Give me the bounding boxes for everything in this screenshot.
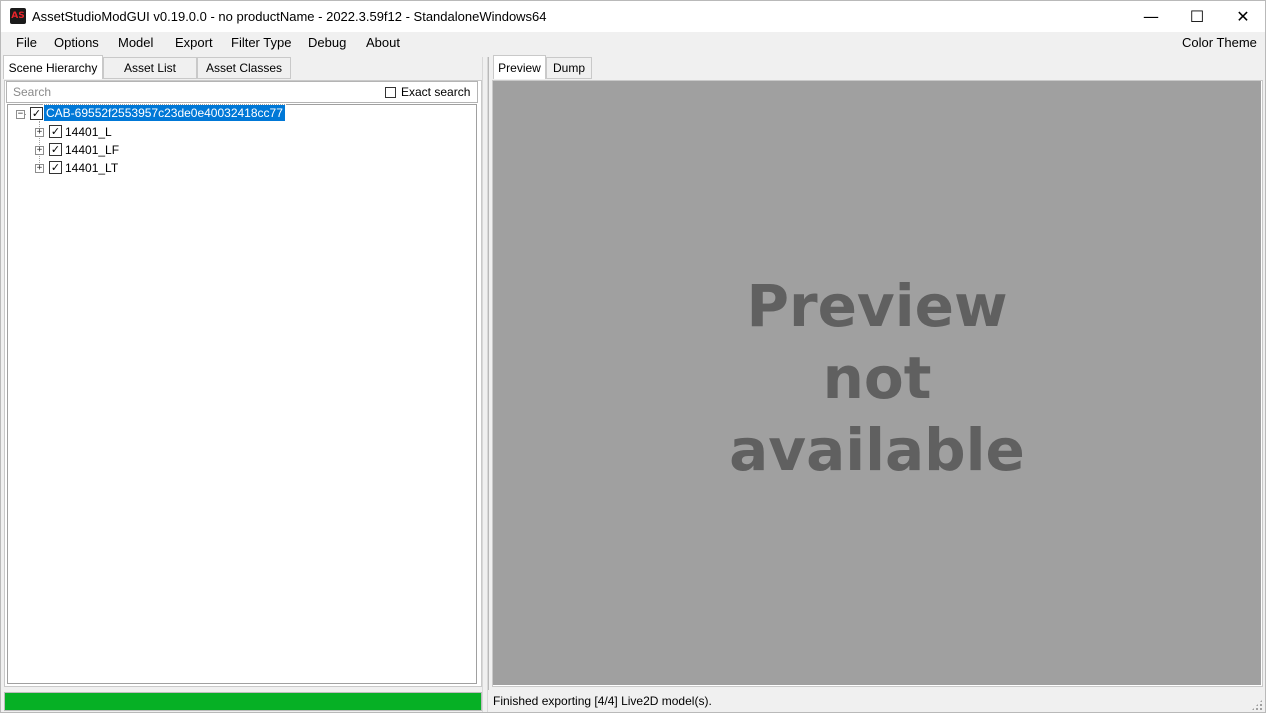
minimize-icon: — [1143,7,1159,26]
progress-bar [4,692,482,711]
tab-dump[interactable]: Dump [546,57,592,79]
collapse-icon[interactable]: − [16,110,25,119]
menu-export[interactable]: Export [175,35,213,50]
progress-fill [5,693,481,710]
close-button[interactable]: ✕ [1220,1,1266,32]
tree-node-root[interactable]: − ✓ CAB-69552f2553957c23de0e40032418cc77 [8,104,308,123]
app-logo-icon: AS [10,8,26,24]
tab-scene-hierarchy[interactable]: Scene Hierarchy [3,55,103,79]
menu-bar: File Options Model Export Filter Type De… [1,32,1265,54]
tree-node-label[interactable]: CAB-69552f2553957c23de0e40032418cc77 [43,104,286,122]
tab-asset-classes[interactable]: Asset Classes [197,57,291,79]
status-text: Finished exporting [4/4] Live2D model(s)… [493,694,712,708]
root-checkbox[interactable]: ✓ [30,107,43,120]
exact-search-checkbox[interactable] [385,87,396,98]
preview-line: available [729,416,1025,484]
expand-icon[interactable]: + [35,146,44,155]
exact-search-label[interactable]: Exact search [401,85,470,99]
menu-about[interactable]: About [366,35,400,50]
tree-node-child[interactable]: + ✓ 14401_LT [8,159,208,177]
preview-canvas: Preview not available [493,81,1261,685]
menu-color-theme[interactable]: Color Theme [1182,35,1257,50]
close-icon: ✕ [1236,7,1250,26]
child-checkbox[interactable]: ✓ [49,161,62,174]
tree-node-child[interactable]: + ✓ 14401_LF [8,141,208,159]
tree-node-label[interactable]: 14401_LF [65,143,119,157]
tree-node-child[interactable]: + ✓ 14401_L [8,123,208,141]
tab-asset-list[interactable]: Asset List [103,57,197,79]
scene-tree[interactable]: − ✓ CAB-69552f2553957c23de0e40032418cc77… [7,104,477,684]
menu-options[interactable]: Options [54,35,99,50]
child-checkbox[interactable]: ✓ [49,125,62,138]
tree-node-label[interactable]: 14401_L [65,125,112,139]
preview-line: Preview [746,272,1008,340]
child-checkbox[interactable]: ✓ [49,143,62,156]
search-bar: Exact search [6,81,478,103]
menu-file[interactable]: File [16,35,37,50]
expand-icon[interactable]: + [35,164,44,173]
tab-preview[interactable]: Preview [493,55,546,79]
app-window: AS AssetStudioModGUI v0.19.0.0 - no prod… [0,0,1266,713]
maximize-button[interactable]: ☐ [1174,1,1220,32]
minimize-button[interactable]: — [1128,1,1174,32]
preview-placeholder: Preview not available [727,270,1027,486]
preview-line: not [822,344,932,412]
search-input[interactable] [7,82,367,102]
menu-debug[interactable]: Debug [308,35,346,50]
maximize-icon: ☐ [1189,7,1205,26]
menu-filter-type[interactable]: Filter Type [231,35,291,50]
window-title: AssetStudioModGUI v0.19.0.0 - no product… [32,9,547,24]
expand-icon[interactable]: + [35,128,44,137]
title-bar[interactable]: AS AssetStudioModGUI v0.19.0.0 - no prod… [1,1,1265,32]
tree-node-label[interactable]: 14401_LT [65,161,118,175]
resize-grip-icon[interactable] [1251,699,1263,711]
menu-model[interactable]: Model [118,35,153,50]
